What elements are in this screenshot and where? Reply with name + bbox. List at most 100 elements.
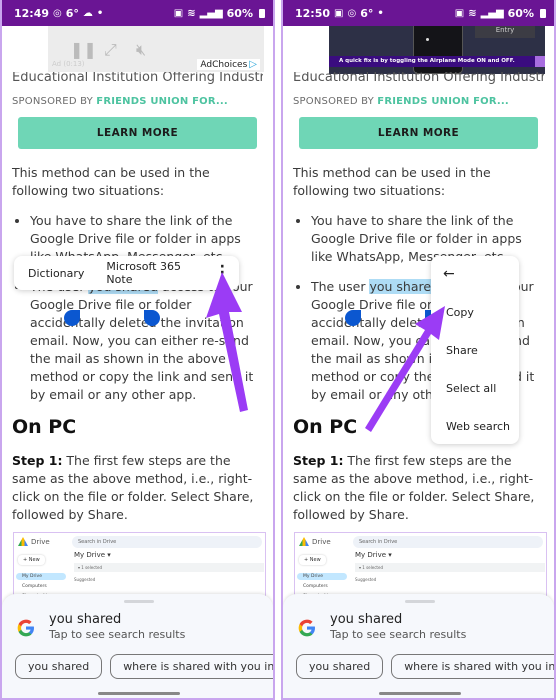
sponsor-brand[interactable]: FRIENDS UNION FOR...	[96, 96, 228, 107]
dot-icon: •	[96, 7, 104, 19]
section-heading: On PC	[12, 416, 77, 438]
google-logo-icon	[298, 619, 315, 637]
signal-icon: ▂▄▆	[480, 7, 504, 19]
step-paragraph: Step 1: The first few steps are the same…	[12, 452, 263, 524]
dot-icon: •	[377, 7, 384, 19]
text-selection-toolbar: Dictionary Microsoft 365 Note · · ·	[14, 256, 239, 290]
drive-nav-item: My Drive	[297, 573, 347, 580]
menu-copy[interactable]: Copy	[446, 306, 474, 319]
image-ad[interactable]: Entry A quick fix is by toggling the Air…	[329, 26, 545, 74]
gallery-icon: ▣	[334, 7, 344, 19]
selection-handle-start[interactable]	[64, 310, 80, 326]
drive-nav-item: Computers	[22, 584, 47, 589]
temperature: 6°	[65, 6, 79, 20]
drive-logo: Drive	[18, 537, 50, 546]
drive-title: My Drive ▾	[355, 551, 392, 559]
adchoices-label: AdChoices	[200, 59, 248, 70]
weather-icon: ☁	[82, 7, 93, 19]
google-search-sheet[interactable]: you shared Tap to see search results you…	[283, 594, 554, 698]
suggestion-chips: you shared where is shared with you in m…	[15, 654, 273, 679]
suggestion-chip[interactable]: where is shared with you in me	[391, 654, 554, 679]
drive-suggested: Suggested	[355, 577, 377, 582]
learn-more-button[interactable]: LEARN MORE	[299, 117, 538, 149]
drive-suggested: Suggested	[74, 577, 96, 582]
ad-caption-text: A quick fix is by toggling the Airplane …	[339, 58, 515, 64]
adchoices-icon: ▷	[249, 59, 257, 70]
drive-icon	[18, 537, 28, 546]
battery-percent: 60%	[226, 6, 253, 20]
video-ad[interactable]: ❚❚ ⤢ 🔇︎ Ad (0:13) AdChoices ▷	[48, 26, 264, 72]
drive-app-name: Drive	[312, 537, 331, 546]
gesture-nav-bar[interactable]	[98, 692, 180, 695]
status-bar: 12:49 ◎ 6° ☁ • ▣ ≋ ▂▄▆ 60%	[2, 0, 273, 26]
clock: 12:50	[295, 6, 331, 20]
step-label: Step 1:	[293, 453, 344, 468]
more-options-icon[interactable]: · · ·	[220, 260, 225, 286]
selected-text[interactable]: you shared	[369, 279, 439, 294]
pause-icon[interactable]: ❚❚	[70, 40, 97, 59]
alarm-icon: ▣	[173, 7, 184, 19]
battery-icon	[259, 8, 265, 18]
status-bar: 12:50 ▣ ◎ 6° • ▣ ≋ ▂▄▆ 60%	[283, 0, 554, 26]
ad-badge: Entry	[475, 26, 535, 38]
expand-icon[interactable]: ⤢	[104, 40, 117, 60]
text-selection-overflow-menu: ← Copy Share Select all Web search	[431, 256, 519, 444]
search-subtitle: Tap to see search results	[330, 628, 467, 641]
drive-nav-item: My Drive	[16, 573, 66, 580]
menu-select-all[interactable]: Select all	[446, 382, 496, 395]
sponsored-prefix: SPONSORED BY	[12, 96, 97, 107]
google-logo-icon	[17, 619, 34, 637]
menu-microsoft-365-note[interactable]: Microsoft 365 Note	[106, 260, 203, 286]
sponsored-line: SPONSORED BY FRIENDS UNION FOR...	[293, 96, 544, 107]
sponsored-line: SPONSORED BY FRIENDS UNION FOR...	[12, 96, 263, 107]
ad-caption: A quick fix is by toggling the Airplane …	[329, 56, 545, 67]
ad-dot	[426, 38, 429, 41]
menu-web-search[interactable]: Web search	[446, 420, 510, 433]
suggestion-chip[interactable]: where is shared with you in me	[110, 654, 273, 679]
search-query[interactable]: you shared	[330, 612, 402, 627]
selection-handle-start[interactable]	[345, 310, 361, 326]
drive-search: Search in Drive	[353, 536, 543, 548]
situation-list: You have to share the link of the Google…	[12, 212, 263, 404]
ad-timer: Ad (0:13)	[52, 60, 85, 68]
drive-new-button: + New	[18, 555, 45, 565]
instagram-icon: ◎	[347, 7, 357, 19]
drive-search: Search in Drive	[72, 536, 262, 548]
menu-share[interactable]: Share	[446, 344, 478, 357]
phone-screen-left: 12:49 ◎ 6° ☁ • ▣ ≋ ▂▄▆ 60% ❚❚ ⤢ 🔇︎ Ad (0…	[0, 0, 275, 700]
clock: 12:49	[14, 6, 50, 20]
drive-logo: Drive	[299, 537, 331, 546]
back-arrow-icon[interactable]: ←	[443, 266, 455, 282]
temperature: 6°	[360, 6, 374, 20]
list-item: The user you shared access to your Googl…	[30, 278, 263, 404]
suggestion-chips: you shared where is shared with you in m…	[296, 654, 554, 679]
intro-paragraph: This method can be used in the following…	[12, 165, 210, 198]
drag-handle[interactable]	[124, 600, 154, 603]
sponsor-brand[interactable]: FRIENDS UNION FOR...	[377, 96, 509, 107]
suggestion-chip[interactable]: you shared	[296, 654, 384, 679]
suggestion-chip[interactable]: you shared	[15, 654, 103, 679]
selection-handle-end[interactable]	[144, 310, 160, 326]
intro-paragraph: This method can be used in the following…	[293, 165, 491, 198]
ad-title: Educational Institution Offering Industr…	[12, 72, 263, 85]
alarm-icon: ▣	[454, 7, 465, 19]
instagram-icon: ◎	[53, 7, 62, 19]
wifi-icon: ≋	[187, 7, 196, 19]
menu-dictionary[interactable]: Dictionary	[28, 267, 84, 280]
drag-handle[interactable]	[405, 600, 435, 603]
learn-more-button[interactable]: LEARN MORE	[18, 117, 257, 149]
sponsored-prefix: SPONSORED BY	[293, 96, 378, 107]
comparison-screenshot: 12:49 ◎ 6° ☁ • ▣ ≋ ▂▄▆ 60% ❚❚ ⤢ 🔇︎ Ad (0…	[0, 0, 556, 700]
text: access to your Google Drive file or fold…	[30, 279, 254, 402]
search-query[interactable]: you shared	[49, 612, 121, 627]
drive-new-button: + New	[299, 555, 326, 565]
ad-title: Educational Institution Offering Industr…	[293, 72, 544, 85]
mute-icon[interactable]: 🔇︎	[136, 40, 146, 60]
drive-nav-item: Computers	[303, 584, 328, 589]
adchoices-link[interactable]: AdChoices ▷	[197, 59, 260, 70]
battery-icon	[540, 8, 546, 18]
drive-toolbar: ▾ 1 selected	[355, 563, 545, 572]
gesture-nav-bar[interactable]	[379, 692, 461, 695]
battery-percent: 60%	[507, 6, 534, 20]
google-search-sheet[interactable]: you shared Tap to see search results you…	[2, 594, 273, 698]
